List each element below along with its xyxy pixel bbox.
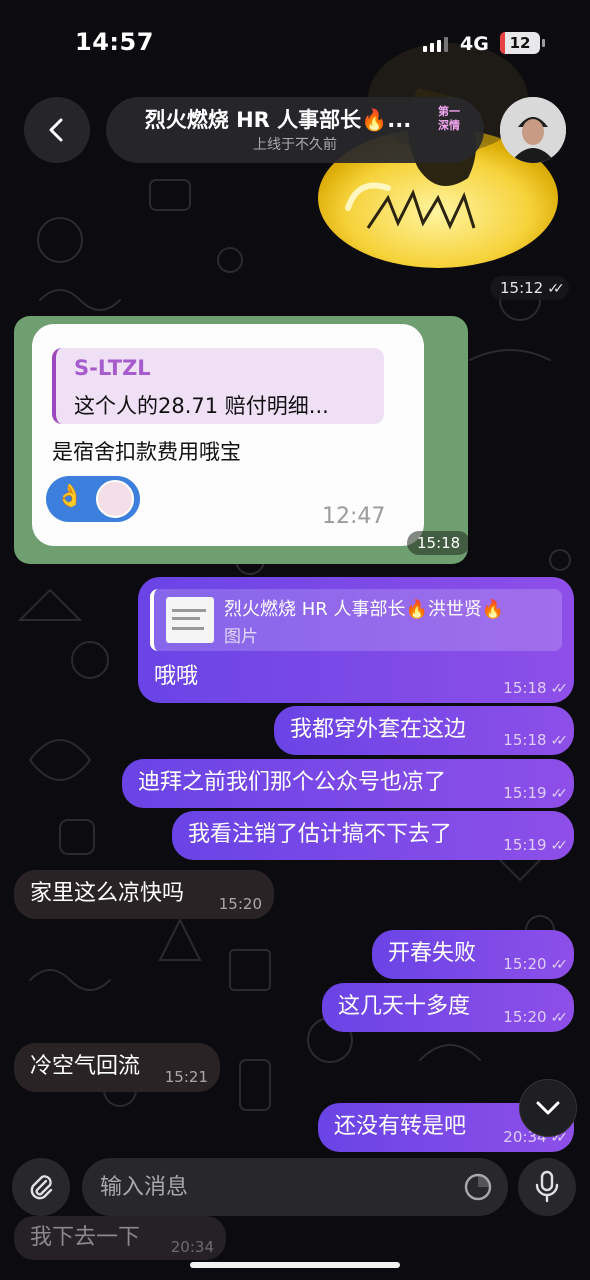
message-time: 15:19 ✓✓ bbox=[503, 836, 569, 854]
battery-percent: 12 bbox=[509, 34, 531, 52]
chat-header[interactable]: 烈火燃烧 HR 人事部长🔥... 第一深情 上线于不久前 bbox=[106, 97, 484, 163]
battery-level bbox=[500, 32, 505, 54]
message-text: 还没有转是吧 bbox=[334, 1114, 467, 1139]
sticker-timestamp: 15:12 ✓✓ bbox=[490, 276, 569, 300]
message-text: 迪拜之前我们那个公众号也凉了 bbox=[138, 770, 447, 795]
ok-hand-icon: 👌 bbox=[56, 484, 84, 509]
message-time: 15:19 ✓✓ bbox=[503, 784, 569, 802]
chevron-down-icon bbox=[536, 1101, 560, 1115]
message-time: 15:20 bbox=[218, 895, 262, 913]
reply-type: 图片 bbox=[224, 627, 258, 647]
message-bubble-outgoing[interactable]: 开春失败 15:20 ✓✓ bbox=[372, 930, 574, 979]
back-button[interactable] bbox=[24, 97, 90, 163]
chat-status: 上线于不久前 bbox=[253, 137, 337, 153]
read-ticks-icon: ✓✓ bbox=[550, 1010, 569, 1026]
read-ticks-icon: ✓✓ bbox=[550, 786, 569, 802]
read-ticks-icon: ✓✓ bbox=[550, 681, 569, 697]
message-text: 家里这么凉快吗 bbox=[30, 881, 185, 906]
message-time: 15:18 ✓✓ bbox=[503, 679, 569, 697]
read-ticks-icon: ✓✓ bbox=[550, 838, 569, 854]
reaction-avatar bbox=[96, 480, 134, 518]
message-bubble-outgoing[interactable]: 迪拜之前我们那个公众号也凉了 15:19 ✓✓ bbox=[122, 759, 574, 808]
message-bubble-incoming[interactable]: 冷空气回流 15:21 bbox=[14, 1043, 220, 1092]
photo-reply-quote: S-LTZL 这个人的28.71 赔付明细... bbox=[52, 348, 384, 424]
scroll-down-button[interactable] bbox=[519, 1079, 577, 1137]
message-time: 15:21 bbox=[164, 1068, 208, 1086]
message-text: 冷空气回流 bbox=[30, 1054, 141, 1079]
reply-author: 烈火燃烧 HR 人事部长🔥洪世贤🔥 bbox=[224, 599, 505, 620]
microphone-icon bbox=[535, 1170, 559, 1203]
message-time: 20:34 bbox=[170, 1238, 214, 1256]
message-time: 15:18 ✓✓ bbox=[503, 731, 569, 749]
message-bubble-outgoing[interactable]: 我看注销了估计搞不下去了 15:19 ✓✓ bbox=[172, 811, 574, 860]
photo-timestamp: 15:18 bbox=[407, 531, 468, 555]
message-time: 15:20 ✓✓ bbox=[503, 1008, 569, 1026]
photo-message[interactable]: S-LTZL 这个人的28.71 赔付明细... 是宿舍扣款费用哦宝 👌 12:… bbox=[14, 316, 468, 564]
sticker-icon[interactable] bbox=[462, 1171, 494, 1203]
photo-reaction-badge: 👌 bbox=[46, 476, 140, 522]
signal-icon bbox=[423, 36, 448, 52]
reply-thumbnail bbox=[166, 597, 214, 643]
message-text: 我看注销了估计搞不下去了 bbox=[188, 822, 453, 847]
status-time: 14:57 bbox=[75, 28, 154, 56]
paperclip-icon bbox=[30, 1175, 53, 1200]
message-text: 我都穿外套在这边 bbox=[290, 717, 467, 742]
message-bubble-incoming[interactable]: 我下去一下 20:34 bbox=[14, 1216, 226, 1260]
microphone-button[interactable] bbox=[518, 1158, 576, 1216]
message-bubble-outgoing[interactable]: 我都穿外套在这边 15:18 ✓✓ bbox=[274, 706, 574, 755]
photo-inner-time: 12:47 bbox=[322, 504, 386, 529]
title-badge: 第一深情 bbox=[438, 105, 460, 132]
battery-icon: 12 bbox=[500, 32, 545, 54]
message-input-container bbox=[82, 1158, 508, 1216]
message-input[interactable] bbox=[100, 1158, 440, 1216]
chevron-left-icon bbox=[49, 118, 63, 142]
read-ticks-icon: ✓✓ bbox=[550, 733, 569, 749]
message-bubble-outgoing[interactable]: 这几天十多度 15:20 ✓✓ bbox=[322, 983, 574, 1032]
message-bubble-outgoing[interactable]: 烈火燃烧 HR 人事部长🔥洪世贤🔥 图片 哦哦 15:18 ✓✓ bbox=[138, 577, 574, 703]
read-ticks-icon: ✓✓ bbox=[547, 281, 565, 297]
network-label: 4G bbox=[460, 33, 489, 55]
avatar[interactable] bbox=[500, 97, 566, 163]
photo-reply-name: S-LTZL bbox=[74, 356, 151, 380]
message-bubble-incoming[interactable]: 家里这么凉快吗 15:20 bbox=[14, 870, 274, 919]
message-time: 15:20 ✓✓ bbox=[503, 955, 569, 973]
message-text: 我下去一下 bbox=[30, 1225, 141, 1250]
photo-message-text: 是宿舍扣款费用哦宝 bbox=[52, 440, 241, 464]
read-ticks-icon: ✓✓ bbox=[550, 957, 569, 973]
avatar-image bbox=[500, 97, 566, 163]
home-indicator bbox=[190, 1262, 400, 1268]
chat-title: 烈火燃烧 HR 人事部长🔥... bbox=[144, 108, 412, 132]
attach-button[interactable] bbox=[12, 1158, 70, 1216]
message-text: 哦哦 bbox=[154, 664, 199, 689]
status-bar: 14:57 4G 12 bbox=[0, 0, 590, 88]
photo-reply-text: 这个人的28.71 赔付明细... bbox=[74, 394, 329, 418]
message-text: 开春失败 bbox=[388, 941, 477, 966]
reply-quote[interactable]: 烈火燃烧 HR 人事部长🔥洪世贤🔥 图片 bbox=[150, 589, 562, 651]
message-text: 这几天十多度 bbox=[338, 994, 471, 1019]
